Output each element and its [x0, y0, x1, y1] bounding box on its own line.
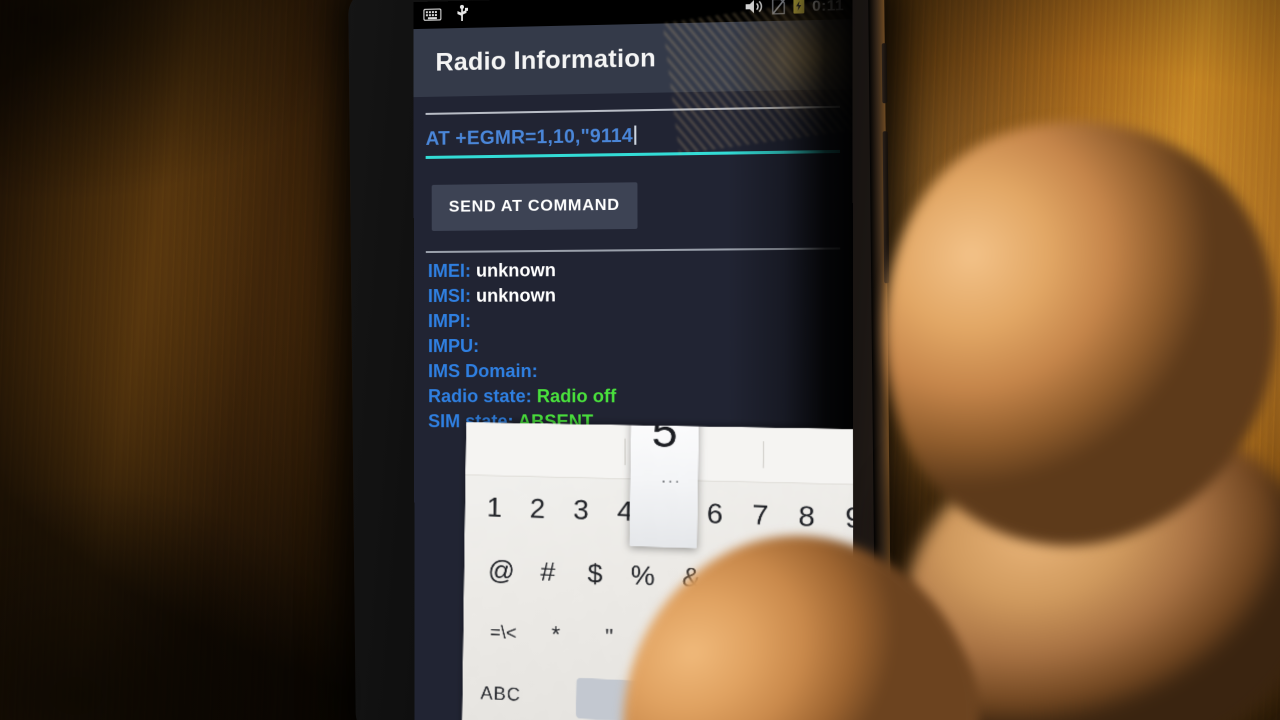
info-value: unknown	[476, 285, 556, 306]
keyboard-icon	[422, 7, 441, 22]
no-sim-icon	[771, 0, 785, 16]
at-command-field-wrapper[interactable]: AT +EGMR=1,10,"9114	[425, 108, 841, 159]
screenshot-stage: 0:11 Radio Information AT +EGMR=1,10,"91…	[0, 0, 1280, 720]
key-preview-more-indicator: ...	[661, 468, 682, 487]
battery-charging-icon	[792, 0, 805, 16]
key-abc-toggle[interactable]: ABC	[476, 682, 521, 706]
key-percent[interactable]: %	[619, 559, 668, 593]
key-double-quote[interactable]: "	[582, 623, 636, 652]
info-row-impi: IMPI:	[428, 307, 853, 334]
suggestion-divider	[624, 438, 626, 466]
status-bar-right-icons: 0:11	[744, 0, 844, 18]
info-value: unknown	[475, 260, 556, 281]
power-button[interactable]	[881, 43, 888, 104]
key-6[interactable]: 6	[692, 497, 738, 530]
info-label: IMS Domain:	[427, 360, 538, 382]
volume-icon	[744, 0, 764, 17]
info-label: IMSI:	[427, 285, 472, 307]
app-title-bar: Radio Information	[413, 19, 853, 98]
key-1[interactable]: 1	[473, 491, 516, 523]
info-row-impu: IMPU:	[428, 333, 853, 360]
info-label: IMPU:	[427, 335, 480, 357]
suggestion-divider	[762, 441, 765, 469]
info-label: Radio state:	[428, 386, 532, 407]
usb-icon	[455, 4, 469, 24]
key-preview-char: 5	[651, 422, 679, 457]
status-bar-clock: 0:11	[812, 0, 845, 16]
key-dollar[interactable]: $	[571, 557, 619, 590]
corner-shadow-top-left	[0, 0, 360, 200]
page-title: Radio Information	[435, 43, 657, 77]
key-at[interactable]: @	[478, 554, 525, 587]
info-label: IMPI:	[427, 310, 472, 332]
key-asterisk[interactable]: *	[529, 621, 582, 650]
info-row-imsi: IMSI: unknown	[428, 281, 853, 309]
info-label: IMEI:	[427, 260, 471, 282]
info-row-ims-domain: IMS Domain:	[428, 358, 853, 384]
key-2[interactable]: 2	[516, 492, 560, 525]
at-command-input-value: AT +EGMR=1,10,"9114	[425, 125, 633, 150]
radio-info-list: IMEI: unknown IMSI: unknown IMPI: IMPU:	[414, 249, 853, 435]
status-bar-left-icons	[422, 4, 469, 25]
key-7[interactable]: 7	[737, 498, 783, 532]
text-cursor	[633, 125, 637, 145]
corner-shadow-bottom-left	[0, 480, 380, 720]
send-at-command-button[interactable]: SEND AT COMMAND	[431, 182, 638, 231]
key-3[interactable]: 3	[559, 493, 603, 526]
info-value: Radio off	[536, 386, 617, 407]
info-row-imei: IMEI: unknown	[428, 256, 853, 285]
key-hash[interactable]: #	[524, 555, 571, 588]
key-symbol-page-toggle[interactable]: =\<	[477, 621, 529, 645]
key-preview-popup-5: 5 ...	[629, 422, 700, 549]
info-row-radio-state: Radio state: Radio off	[428, 384, 853, 410]
key-9[interactable]: 9	[830, 501, 854, 535]
key-8[interactable]: 8	[783, 500, 830, 534]
